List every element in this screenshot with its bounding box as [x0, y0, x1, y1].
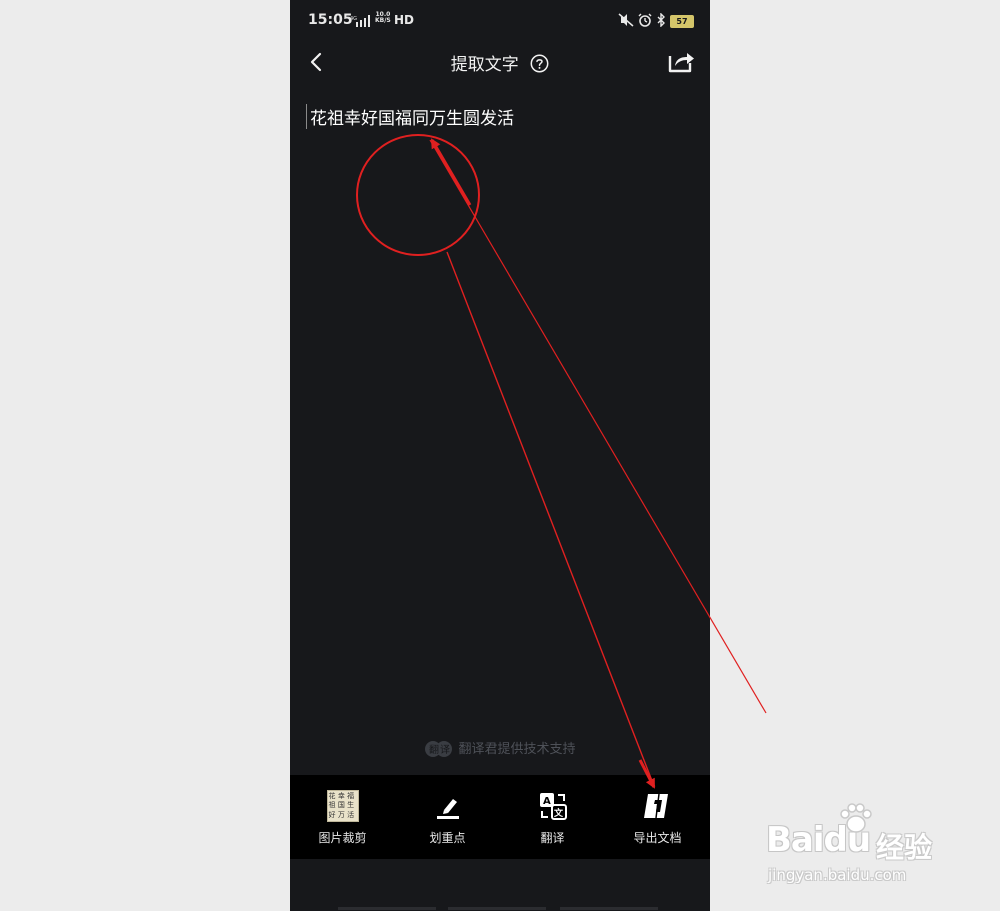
tool-label: 导出文档: [633, 831, 682, 845]
bluetooth-icon: [656, 12, 666, 31]
translator-logo-icon: 翻 译: [424, 739, 453, 757]
watermark-brand-cn: 经验: [876, 831, 933, 864]
alarm-icon: [638, 12, 652, 31]
tool-export-document[interactable]: 导出文档: [605, 775, 710, 859]
bottom-toolbar: 花幸福 祖国生 好万活 图片裁剪 划重点 A 文 翻译 导出文档: [290, 775, 710, 859]
status-bar: 15:05 4G 10.0 KB/S HD 57: [290, 0, 710, 40]
net-speed: 10.0 KB/S: [375, 12, 391, 24]
credit-line: 翻 译 翻译君提供技术支持: [290, 738, 710, 757]
translate-icon: A 文: [536, 789, 570, 823]
svg-text:译: 译: [440, 744, 450, 756]
tool-label: 图片裁剪: [318, 831, 367, 845]
tool-translate[interactable]: A 文 翻译: [500, 775, 605, 859]
network-type-label: 4G: [350, 16, 357, 22]
svg-text:翻: 翻: [429, 744, 439, 756]
extracted-text-field[interactable]: 花祖幸好国福同万生圆发活: [306, 104, 514, 129]
highlighter-icon: [431, 789, 465, 823]
mute-vibrate-icon: [618, 12, 634, 31]
battery-icon: 57: [670, 15, 694, 28]
credit-text: 翻译君提供技术支持: [458, 742, 576, 757]
share-export-icon: [668, 53, 694, 73]
app-header: 提取文字: [290, 44, 710, 80]
question-circle-icon[interactable]: [530, 54, 549, 78]
page-title: 提取文字: [450, 55, 519, 75]
watermark-url: jingyan.baidu.com: [768, 866, 907, 884]
hd-indicator: HD: [394, 13, 415, 27]
baidu-watermark: Baidu 经验 jingyan.baidu.com: [766, 800, 966, 900]
svg-text:A: A: [543, 796, 551, 807]
signal-icon: 4G: [350, 12, 372, 31]
status-right-group: 57: [618, 12, 694, 31]
nav-tab-divider: [338, 907, 436, 910]
image-thumbnail-icon: 花幸福 祖国生 好万活: [326, 789, 360, 823]
net-speed-unit: KB/S: [375, 17, 391, 24]
nav-tab-divider: [560, 907, 658, 910]
nav-tab-divider: [448, 907, 546, 910]
screenshot-canvas: 15:05 4G 10.0 KB/S HD 57 提取文字 花祖幸好国福同万生圆…: [0, 0, 1000, 911]
paw-icon: [840, 803, 872, 833]
export-document-icon: [641, 789, 675, 823]
tool-crop-image[interactable]: 花幸福 祖国生 好万活 图片裁剪: [290, 775, 395, 859]
svg-text:文: 文: [553, 807, 564, 819]
tool-label: 划重点: [429, 831, 466, 845]
share-button[interactable]: [666, 48, 696, 74]
tool-highlight[interactable]: 划重点: [395, 775, 500, 859]
status-time: 15:05: [308, 12, 353, 28]
page-title-container: 提取文字: [290, 50, 710, 78]
system-nav-area: [290, 859, 710, 911]
tool-label: 翻译: [540, 831, 565, 845]
phone-screen: 15:05 4G 10.0 KB/S HD 57 提取文字 花祖幸好国福同万生圆…: [290, 0, 710, 911]
